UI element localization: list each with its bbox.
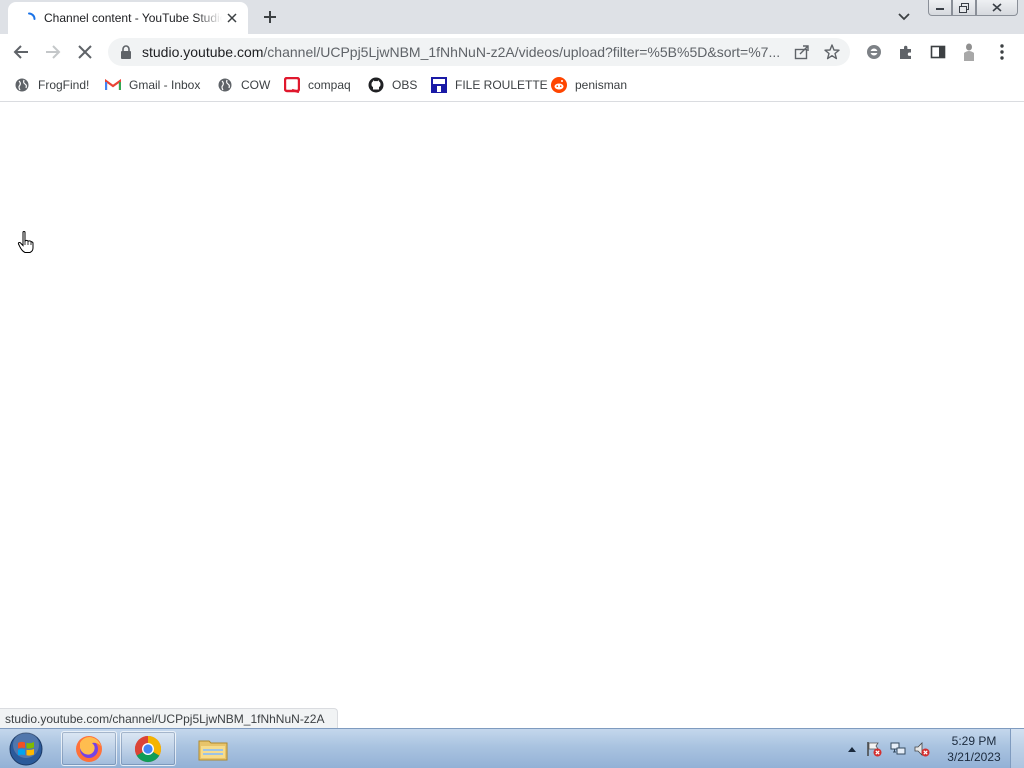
clock-time: 5:29 PM (951, 734, 997, 748)
show-hidden-icons-button[interactable] (844, 741, 860, 757)
avatar (964, 43, 974, 61)
bookmark-label: FrogFind! (38, 78, 90, 92)
bookmark-compaq[interactable]: compaq (284, 76, 351, 94)
tab-strip: Channel content - YouTube Studio (0, 0, 1024, 34)
globe-icon (217, 77, 233, 93)
volume-muted-icon[interactable] (914, 741, 930, 757)
profile-button[interactable] (957, 40, 981, 64)
taskbar-chrome[interactable] (120, 731, 176, 766)
side-panel-icon (930, 45, 946, 59)
bookmark-label: FILE ROULETTE (455, 78, 548, 92)
gmail-icon (105, 77, 121, 93)
close-icon (78, 45, 92, 59)
reddit-icon (551, 77, 567, 93)
side-panel-button[interactable] (926, 40, 950, 64)
taskbar: 5:29 PM 3/21/2023 (0, 728, 1024, 768)
bookmark-gmail[interactable]: Gmail - Inbox (105, 76, 200, 94)
clock-date: 3/21/2023 (947, 750, 1001, 764)
compaq-icon (284, 77, 300, 93)
bookmark-file-roulette[interactable]: FILE ROULETTE (431, 76, 548, 94)
arrow-left-icon (13, 45, 28, 59)
window-controls (928, 0, 1020, 18)
taskbar-file-explorer[interactable] (185, 731, 241, 766)
restore-button[interactable] (952, 0, 976, 16)
extensions-button[interactable] (894, 40, 918, 64)
back-button[interactable] (9, 40, 33, 64)
restore-icon (959, 2, 969, 13)
chevron-down-icon (898, 13, 910, 21)
firefox-icon (76, 735, 102, 762)
browser-toolbar: studio.youtube.com/channel/UCPpj5LjwNBM_… (0, 34, 1024, 70)
plus-icon (264, 11, 276, 23)
bookmark-cow[interactable]: COW (217, 76, 270, 94)
chrome-icon (134, 735, 162, 762)
bookmark-obs[interactable]: OBS (368, 76, 417, 94)
chevron-up-icon (848, 747, 856, 752)
url-text: studio.youtube.com/channel/UCPpj5LjwNBM_… (142, 44, 782, 60)
kebab-menu-icon (1000, 44, 1004, 60)
show-desktop-button[interactable] (1010, 729, 1024, 768)
windows-orb-icon (9, 731, 43, 765)
new-tab-button[interactable] (258, 6, 282, 28)
stop-loading-button[interactable] (73, 40, 97, 64)
bookmarks-bar: FrogFind! Gmail - Inbox COW compaq OBS F… (0, 70, 1024, 102)
share-icon[interactable] (792, 42, 812, 62)
bookmark-frogfind[interactable]: FrogFind! (14, 76, 89, 94)
bookmark-star-icon[interactable] (822, 42, 842, 62)
bookmark-label: OBS (392, 78, 418, 92)
close-icon (992, 3, 1002, 12)
github-icon (368, 77, 384, 93)
address-bar[interactable]: studio.youtube.com/channel/UCPpj5LjwNBM_… (108, 38, 850, 66)
lock-icon (120, 45, 132, 59)
url-host: studio.youtube.com (142, 44, 264, 60)
menu-button[interactable] (990, 40, 1014, 64)
minimize-button[interactable] (928, 0, 952, 16)
minimize-icon (936, 7, 944, 10)
tab-active[interactable]: Channel content - YouTube Studio (8, 2, 248, 34)
url-path: /channel/UCPpj5LjwNBM_1fNhNuN-z2A/videos… (263, 44, 781, 60)
clock[interactable]: 5:29 PM 3/21/2023 (940, 733, 1008, 765)
loading-spinner-icon (22, 12, 36, 26)
forward-button[interactable] (41, 40, 65, 64)
status-bubble: studio.youtube.com/channel/UCPpj5LjwNBM_… (0, 708, 338, 729)
file-roulette-icon (431, 77, 447, 93)
file-explorer-icon (198, 740, 228, 760)
action-center-icon[interactable] (866, 741, 882, 757)
page-content: studio.youtube.com/channel/UCPpj5LjwNBM_… (0, 102, 1024, 729)
extension-update-button[interactable] (862, 40, 886, 64)
tab-close-icon[interactable] (224, 10, 240, 26)
start-button[interactable] (6, 730, 46, 767)
arrow-right-icon (46, 45, 61, 59)
bookmark-label: penisman (575, 78, 628, 92)
puzzle-icon (900, 45, 911, 59)
hand-cursor-icon (17, 231, 34, 253)
circle-extension-icon (867, 45, 881, 59)
close-window-button[interactable] (976, 0, 1018, 16)
bookmark-penisman[interactable]: penisman (551, 76, 627, 94)
bookmark-label: compaq (308, 78, 351, 92)
tab-title: Channel content - YouTube Studio (44, 11, 222, 25)
bookmark-label: COW (241, 78, 271, 92)
network-icon[interactable] (890, 741, 906, 757)
tab-search-button[interactable] (894, 8, 914, 26)
bookmark-label: Gmail - Inbox (129, 78, 201, 92)
taskbar-firefox[interactable] (61, 731, 117, 766)
globe-icon (14, 77, 30, 93)
